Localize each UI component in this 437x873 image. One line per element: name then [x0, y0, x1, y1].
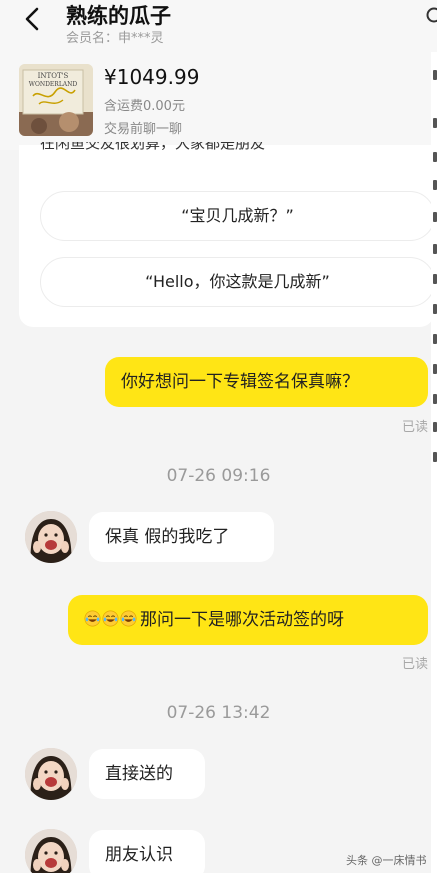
incoming-message[interactable]: 直接送的 — [89, 749, 205, 799]
quick-question-2[interactable]: “Hello，你这款是几成新” — [40, 257, 435, 307]
laughing-emoji-icon — [84, 610, 101, 627]
laughing-emoji-icon — [120, 610, 137, 627]
read-receipt: 已读 — [401, 420, 428, 435]
back-arrow-icon[interactable] — [20, 6, 46, 32]
message-text: 那问一下是哪次活动签的呀 — [140, 610, 344, 630]
chat-header: 熟练的瓜子 会员名：申***灵 — [0, 0, 437, 52]
product-bar[interactable]: INTOT'S WONDERLAND ¥1049.99 含运费0.00元 交易前… — [0, 52, 432, 150]
incoming-message[interactable]: 朋友认识 — [89, 830, 205, 873]
search-icon[interactable] — [425, 6, 437, 28]
svg-text:INTOT'S: INTOT'S — [38, 72, 69, 80]
seller-avatar[interactable] — [25, 829, 77, 873]
outgoing-message[interactable]: 那问一下是哪次活动签的呀 — [68, 595, 428, 645]
laughing-emoji-icon — [102, 610, 119, 627]
member-name: 会员名：申***灵 — [66, 31, 164, 46]
seller-avatar[interactable] — [25, 511, 77, 563]
product-price: ¥1049.99 — [104, 65, 200, 89]
timestamp: 07-26 13:42 — [166, 703, 271, 723]
seller-name: 熟练的瓜子 — [66, 4, 171, 28]
card-cut-text: 在闲鱼交友很划算，大家都是朋友 — [40, 142, 266, 152]
timestamp: 07-26 09:16 — [166, 466, 271, 486]
trade-note: 交易前聊一聊 — [104, 122, 183, 137]
svg-text:WONDERLAND: WONDERLAND — [29, 81, 78, 88]
outgoing-message[interactable]: 你好想问一下专辑签名保真嘛？ — [105, 357, 428, 407]
product-thumbnail[interactable]: INTOT'S WONDERLAND — [19, 64, 93, 136]
quick-question-1[interactable]: “宝贝几成新？” — [40, 191, 435, 241]
laughing-emoji-group — [84, 595, 138, 645]
read-receipt: 已读 — [401, 657, 428, 672]
seller-avatar[interactable] — [25, 748, 77, 800]
adjacent-panel-edge — [431, 52, 437, 873]
watermark: 头条 @一床情书 — [346, 854, 427, 867]
shipping-info: 含运费0.00元 — [104, 99, 185, 114]
incoming-message[interactable]: 保真 假的我吃了 — [89, 512, 274, 562]
